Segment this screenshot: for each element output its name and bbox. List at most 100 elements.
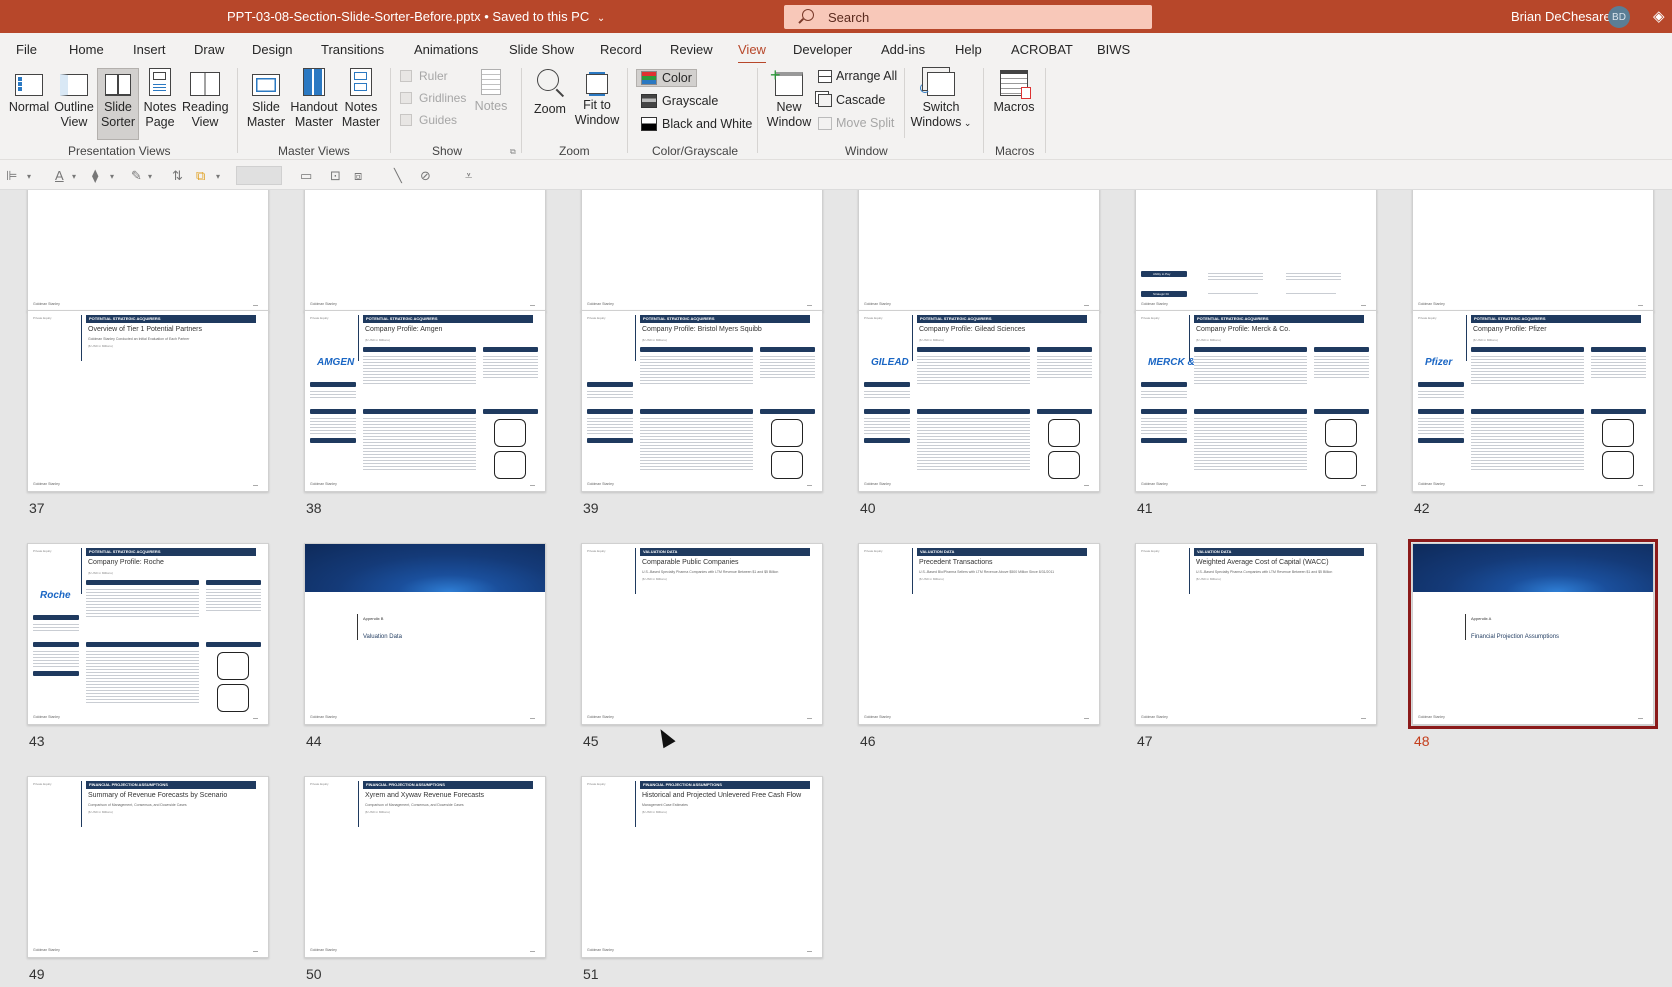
chevron-down-icon[interactable]: ▾	[148, 172, 152, 181]
slide-footer: Goldman Stanley	[1418, 715, 1445, 719]
arrange-all-button[interactable]: Arrange All	[818, 69, 897, 83]
slide-thumbnail[interactable]: Goldman Stanley	[1412, 190, 1654, 312]
dialog-launcher-icon[interactable]: ⧉	[510, 147, 516, 157]
tab-view[interactable]: View	[738, 42, 766, 65]
grayscale-button[interactable]: Grayscale	[641, 94, 718, 108]
outline-color-icon[interactable]: ✎	[131, 168, 142, 184]
chevron-down-icon[interactable]: ▾	[27, 172, 31, 181]
slide-label-box: Ability to Pay	[1141, 271, 1187, 277]
cascade-button[interactable]: Cascade	[818, 93, 885, 107]
chevron-down-icon[interactable]: ▾	[110, 172, 114, 181]
slide-sorter-pane[interactable]: Goldman Stanley31Goldman Stanley32Goldma…	[0, 190, 1672, 987]
tab-acrobat[interactable]: ACROBAT	[1011, 42, 1073, 57]
slide-thumbnail[interactable]: Private Equity POTENTIAL STRATEGIC ACQUIR…	[304, 310, 546, 492]
fill-color-icon[interactable]: ⧫	[92, 168, 98, 184]
font-size-select[interactable]	[236, 166, 282, 185]
tab-add-ins[interactable]: Add-ins	[881, 42, 925, 57]
chevron-down-icon[interactable]: ▾	[72, 172, 76, 181]
slide-thumbnail[interactable]: Private Equity POTENTIAL STRATEGIC ACQUIR…	[27, 543, 269, 725]
notes-page-button[interactable]: Notes Page	[140, 68, 180, 138]
color-button[interactable]: Color	[636, 69, 697, 87]
textbox-icon[interactable]: ⊡	[330, 168, 341, 184]
black-and-white-button[interactable]: Black and White	[641, 117, 752, 131]
tab-transitions[interactable]: Transitions	[321, 42, 384, 57]
divider	[635, 548, 636, 594]
font-color-icon[interactable]: A	[55, 168, 64, 183]
zoom-button[interactable]: Zoom	[528, 68, 572, 138]
move-split-button[interactable]: Move Split	[818, 116, 894, 130]
merge-shapes-icon[interactable]: ⊘	[420, 168, 431, 184]
slide-thumbnail[interactable]: Ability to Pay Strategic Fit Goldman Stanl…	[1135, 190, 1377, 312]
slide-thumbnail[interactable]: Private Equity VALUATION DATA Precedent Tr…	[858, 543, 1100, 725]
slide-thumbnail[interactable]: Goldman Stanley	[858, 190, 1100, 312]
guides-checkbox[interactable]: Guides	[400, 113, 457, 127]
company-logo: AMGEN	[317, 357, 355, 368]
align-icon[interactable]: ⊫	[6, 168, 17, 184]
line-icon[interactable]: ╲	[394, 168, 402, 184]
tab-file[interactable]: File	[16, 42, 37, 57]
fit-to-window-button[interactable]: Fit to Window	[572, 68, 622, 138]
tab-biws[interactable]: BIWS	[1097, 42, 1130, 57]
tab-animations[interactable]: Animations	[414, 42, 478, 57]
slide-master-button[interactable]: Slide Master	[243, 68, 289, 138]
slide-page-mark	[253, 718, 258, 719]
slide-thumbnail[interactable]: Private Equity POTENTIAL STRATEGIC ACQUIR…	[27, 310, 269, 492]
slide-thumbnail[interactable]: Private Equity FINANCIAL PROJECTION ASSUM…	[304, 776, 546, 958]
slide-thumbnail[interactable]: Private Equity POTENTIAL STRATEGIC ACQUIR…	[1412, 310, 1654, 492]
user-name[interactable]: Brian DeChesare	[1511, 9, 1611, 24]
document-title[interactable]: PPT-03-08-Section-Slide-Sorter-Before.pp…	[227, 9, 605, 24]
tab-record[interactable]: Record	[600, 42, 642, 57]
shapes-icon[interactable]: ⧈	[354, 168, 362, 184]
slide-number: 48	[1414, 733, 1430, 749]
slide-thumbnail[interactable]: Goldman Stanley	[304, 190, 546, 312]
arrange-icon[interactable]: ⧉	[196, 168, 205, 184]
slide-thumbnail[interactable]: Private Equity VALUATION DATA Comparable P…	[581, 543, 823, 725]
ruler-checkbox[interactable]: Ruler	[400, 69, 448, 83]
slide-number: 40	[860, 500, 876, 516]
reading-view-button[interactable]: Reading View	[182, 68, 229, 138]
group-label-color-grayscale: Color/Grayscale	[652, 144, 739, 158]
tab-review[interactable]: Review	[670, 42, 713, 57]
switch-windows-button[interactable]: Switch Windows ⌄	[910, 68, 972, 138]
new-window-button[interactable]: + New Window	[765, 66, 813, 138]
tab-slide-show[interactable]: Slide Show	[509, 42, 574, 57]
tab-draw[interactable]: Draw	[194, 42, 224, 57]
tab-insert[interactable]: Insert	[133, 42, 166, 57]
slide-thumbnail[interactable]: Private Equity FINANCIAL PROJECTION ASSUM…	[581, 776, 823, 958]
diamond-icon[interactable]: ◈	[1653, 7, 1665, 25]
tab-developer[interactable]: Developer	[793, 42, 852, 57]
slide-thumbnail[interactable]: Appendix B Valuation Data Goldman Stanley	[304, 543, 546, 725]
tab-design[interactable]: Design	[252, 42, 292, 57]
notes-master-button[interactable]: Notes Master	[338, 68, 384, 138]
ribbon: Normal Outline View Slide Sorter Notes P…	[0, 63, 1672, 160]
slide-thumbnail[interactable]: Private Equity POTENTIAL STRATEGIC ACQUIR…	[581, 310, 823, 492]
macros-button[interactable]: Macros	[990, 68, 1038, 138]
tab-home[interactable]: Home	[69, 42, 104, 57]
slide-appendix-label: Appendix A	[1471, 616, 1492, 621]
slide-thumbnail[interactable]: Private Equity FINANCIAL PROJECTION ASSUM…	[27, 776, 269, 958]
slide-thumbnail[interactable]: Private Equity POTENTIAL STRATEGIC ACQUIR…	[1135, 310, 1377, 492]
tab-help[interactable]: Help	[955, 42, 982, 57]
rectangle-icon[interactable]: ▭	[300, 168, 312, 184]
gridlines-checkbox[interactable]: Gridlines	[400, 91, 466, 105]
chevron-down-icon[interactable]: ▾	[216, 172, 220, 181]
sort-icon[interactable]: ⇅	[172, 168, 183, 184]
customize-toolbar-icon[interactable]: ⩡	[465, 168, 472, 184]
slide-thumbnail[interactable]: Goldman Stanley	[27, 190, 269, 312]
slide-thumbnail[interactable]: Appendix A Financial Projection Assumptio…	[1408, 539, 1658, 729]
group-separator	[1045, 68, 1046, 153]
slide-thumbnail[interactable]: Private Equity VALUATION DATA Weighted Ave…	[1135, 543, 1377, 725]
avatar[interactable]: BD	[1608, 6, 1630, 28]
slide-section-title: Valuation Data	[363, 634, 402, 640]
outline-view-button[interactable]: Outline View	[51, 68, 97, 138]
slide-footer: Goldman Stanley	[587, 715, 614, 719]
notes-button[interactable]: Notes	[473, 68, 509, 138]
slide-title: Company Profile: Amgen	[365, 326, 443, 333]
slide-footer: Goldman Stanley	[587, 948, 614, 952]
search-box[interactable]: Search	[784, 5, 1152, 29]
handout-master-button[interactable]: Handout Master	[289, 68, 339, 138]
slide-thumbnail[interactable]: Private Equity POTENTIAL STRATEGIC ACQUIR…	[858, 310, 1100, 492]
normal-view-button[interactable]: Normal	[6, 68, 52, 138]
slide-sorter-button[interactable]: Slide Sorter	[97, 68, 139, 140]
slide-thumbnail[interactable]: Goldman Stanley	[581, 190, 823, 312]
